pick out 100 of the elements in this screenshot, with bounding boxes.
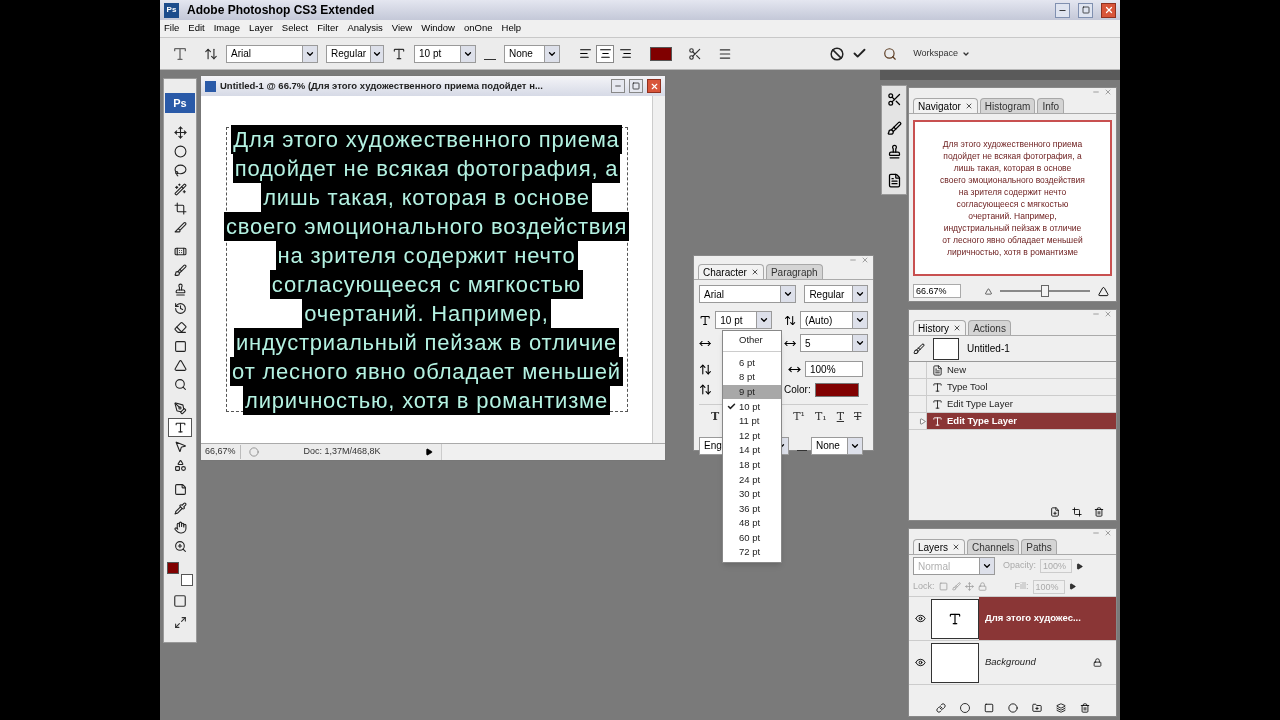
palettes-icon[interactable] [718, 46, 732, 61]
menu-item[interactable]: 30 pt [723, 486, 781, 502]
close-button[interactable] [1101, 2, 1116, 18]
text-color-swatch[interactable] [814, 382, 859, 397]
menu-item[interactable]: Analysis [347, 21, 383, 36]
panel-tab[interactable]: Paths [1021, 539, 1057, 554]
menu-item[interactable]: Image [213, 21, 241, 36]
menu-item[interactable]: Other [723, 333, 781, 348]
close-icon[interactable] [750, 268, 759, 276]
menu-item[interactable]: Help [501, 21, 522, 36]
document-icon[interactable] [886, 173, 902, 188]
tools-icon[interactable] [886, 92, 902, 107]
panel-tab[interactable]: Channels [967, 539, 1020, 554]
trash-icon[interactable] [1079, 703, 1090, 713]
visibility-eye-icon[interactable] [914, 657, 926, 668]
quick-mask-icon[interactable] [173, 594, 187, 608]
new-layer-icon[interactable] [1055, 703, 1066, 713]
adjustment-icon[interactable] [1007, 703, 1018, 713]
text-color-swatch[interactable] [650, 46, 672, 61]
panel-tab[interactable]: Paragraph [765, 264, 823, 279]
new-document-icon[interactable] [1050, 507, 1060, 517]
history-state[interactable]: Edit Type Layer [909, 413, 1116, 430]
commit-icon[interactable] [852, 46, 868, 61]
menu-item[interactable]: 48 pt [723, 516, 781, 531]
panel-tab[interactable]: Actions [968, 320, 1011, 335]
snapshot-name[interactable]: Untitled-1 [967, 341, 1010, 356]
zoom-out-icon[interactable] [985, 287, 992, 295]
font-size-dropdown[interactable]: 10 pt [715, 311, 772, 329]
close-button[interactable] [647, 79, 661, 93]
menu-item[interactable]: 9 pt [723, 384, 781, 400]
play-icon[interactable] [1068, 583, 1076, 590]
stamp-icon[interactable] [886, 144, 902, 159]
menu-item[interactable]: Layer [249, 21, 273, 36]
cancel-icon[interactable] [830, 46, 845, 61]
font-dropdown[interactable]: Arial [226, 44, 318, 63]
link-icon[interactable] [935, 703, 946, 713]
close-icon[interactable] [952, 543, 960, 551]
align-button[interactable] [596, 44, 614, 63]
panel-tab[interactable]: Character [698, 264, 764, 279]
close-icon[interactable] [964, 102, 973, 110]
mask-icon[interactable] [983, 703, 994, 713]
brush-icon[interactable] [886, 121, 902, 136]
menu-item[interactable]: Edit [188, 21, 205, 36]
slider-thumb[interactable] [1041, 285, 1049, 297]
vertical-scrollbar[interactable] [652, 96, 665, 443]
font-style-dropdown[interactable]: Regular [326, 44, 384, 63]
zoom-in-icon[interactable] [1098, 285, 1109, 297]
menu-item[interactable]: Select [281, 21, 309, 36]
menu-item[interactable]: 6 pt [723, 355, 781, 371]
folder-icon[interactable] [1031, 703, 1042, 713]
antialias-dropdown[interactable]: None [811, 436, 863, 455]
history-state[interactable]: New [909, 362, 1116, 379]
menu-item[interactable]: 18 pt [723, 457, 781, 473]
zoom-field[interactable]: 66,67% [201, 445, 241, 459]
workspace-button[interactable]: Workspace [905, 46, 978, 61]
play-icon[interactable] [1076, 562, 1083, 570]
horizontal-scale-field[interactable]: 100% [805, 361, 863, 377]
zoom-slider[interactable] [1000, 285, 1090, 297]
menu-item[interactable]: Window [421, 21, 455, 36]
font-style-dropdown[interactable]: Regular [804, 285, 868, 303]
panel-tab[interactable]: Layers [913, 539, 965, 554]
text-style-button[interactable]: T₁ [814, 409, 827, 426]
close-icon[interactable] [953, 324, 962, 332]
menu-item[interactable]: 24 pt [723, 472, 781, 487]
minimize-button[interactable] [611, 79, 625, 93]
foreground-color-swatch[interactable] [167, 562, 179, 574]
menu-item[interactable]: onOne [464, 21, 493, 36]
background-color-swatch[interactable] [181, 574, 193, 586]
menu-item[interactable]: 8 pt [723, 370, 781, 385]
tracking-dropdown[interactable]: 5 [800, 334, 868, 352]
horizontal-scrollbar[interactable] [441, 444, 665, 460]
screen-mode-icon[interactable] [173, 616, 187, 629]
type-tool-icon[interactable] [172, 45, 188, 62]
visibility-eye-icon[interactable] [914, 613, 926, 624]
layer-row[interactable]: Background [979, 641, 1116, 684]
zoom-field[interactable]: 66.67% [913, 284, 961, 298]
play-icon[interactable] [425, 448, 433, 456]
antialias-dropdown[interactable]: None [504, 44, 560, 63]
menu-item[interactable]: Filter [317, 21, 339, 36]
menu-item[interactable]: 14 pt [723, 443, 781, 458]
menu-item[interactable]: 10 pt [723, 399, 781, 414]
panel-tab[interactable]: Navigator [913, 98, 978, 113]
trash-icon[interactable] [1094, 507, 1104, 517]
panel-tab[interactable]: Info [1037, 98, 1065, 113]
layer-row[interactable]: Для этого художес... [979, 597, 1116, 640]
menu-item[interactable]: 72 pt [723, 545, 781, 560]
orientation-icon[interactable] [204, 46, 218, 61]
panel-tab[interactable]: Histogram [979, 98, 1036, 113]
text-style-button[interactable]: T [854, 409, 862, 426]
menu-item[interactable]: 36 pt [723, 501, 781, 517]
text-style-button[interactable]: T [711, 409, 720, 426]
font-dropdown[interactable]: Arial [699, 285, 797, 303]
menu-item[interactable]: File [164, 21, 180, 36]
history-state[interactable]: Type Tool [909, 379, 1116, 396]
tool-button[interactable] [168, 418, 192, 437]
maximize-button[interactable] [629, 79, 643, 93]
snapshot-icon[interactable] [1072, 507, 1082, 517]
restore-button[interactable] [1078, 2, 1093, 18]
leading-dropdown[interactable]: (Auto) [800, 311, 868, 329]
menu-item[interactable]: 11 pt [723, 413, 781, 429]
